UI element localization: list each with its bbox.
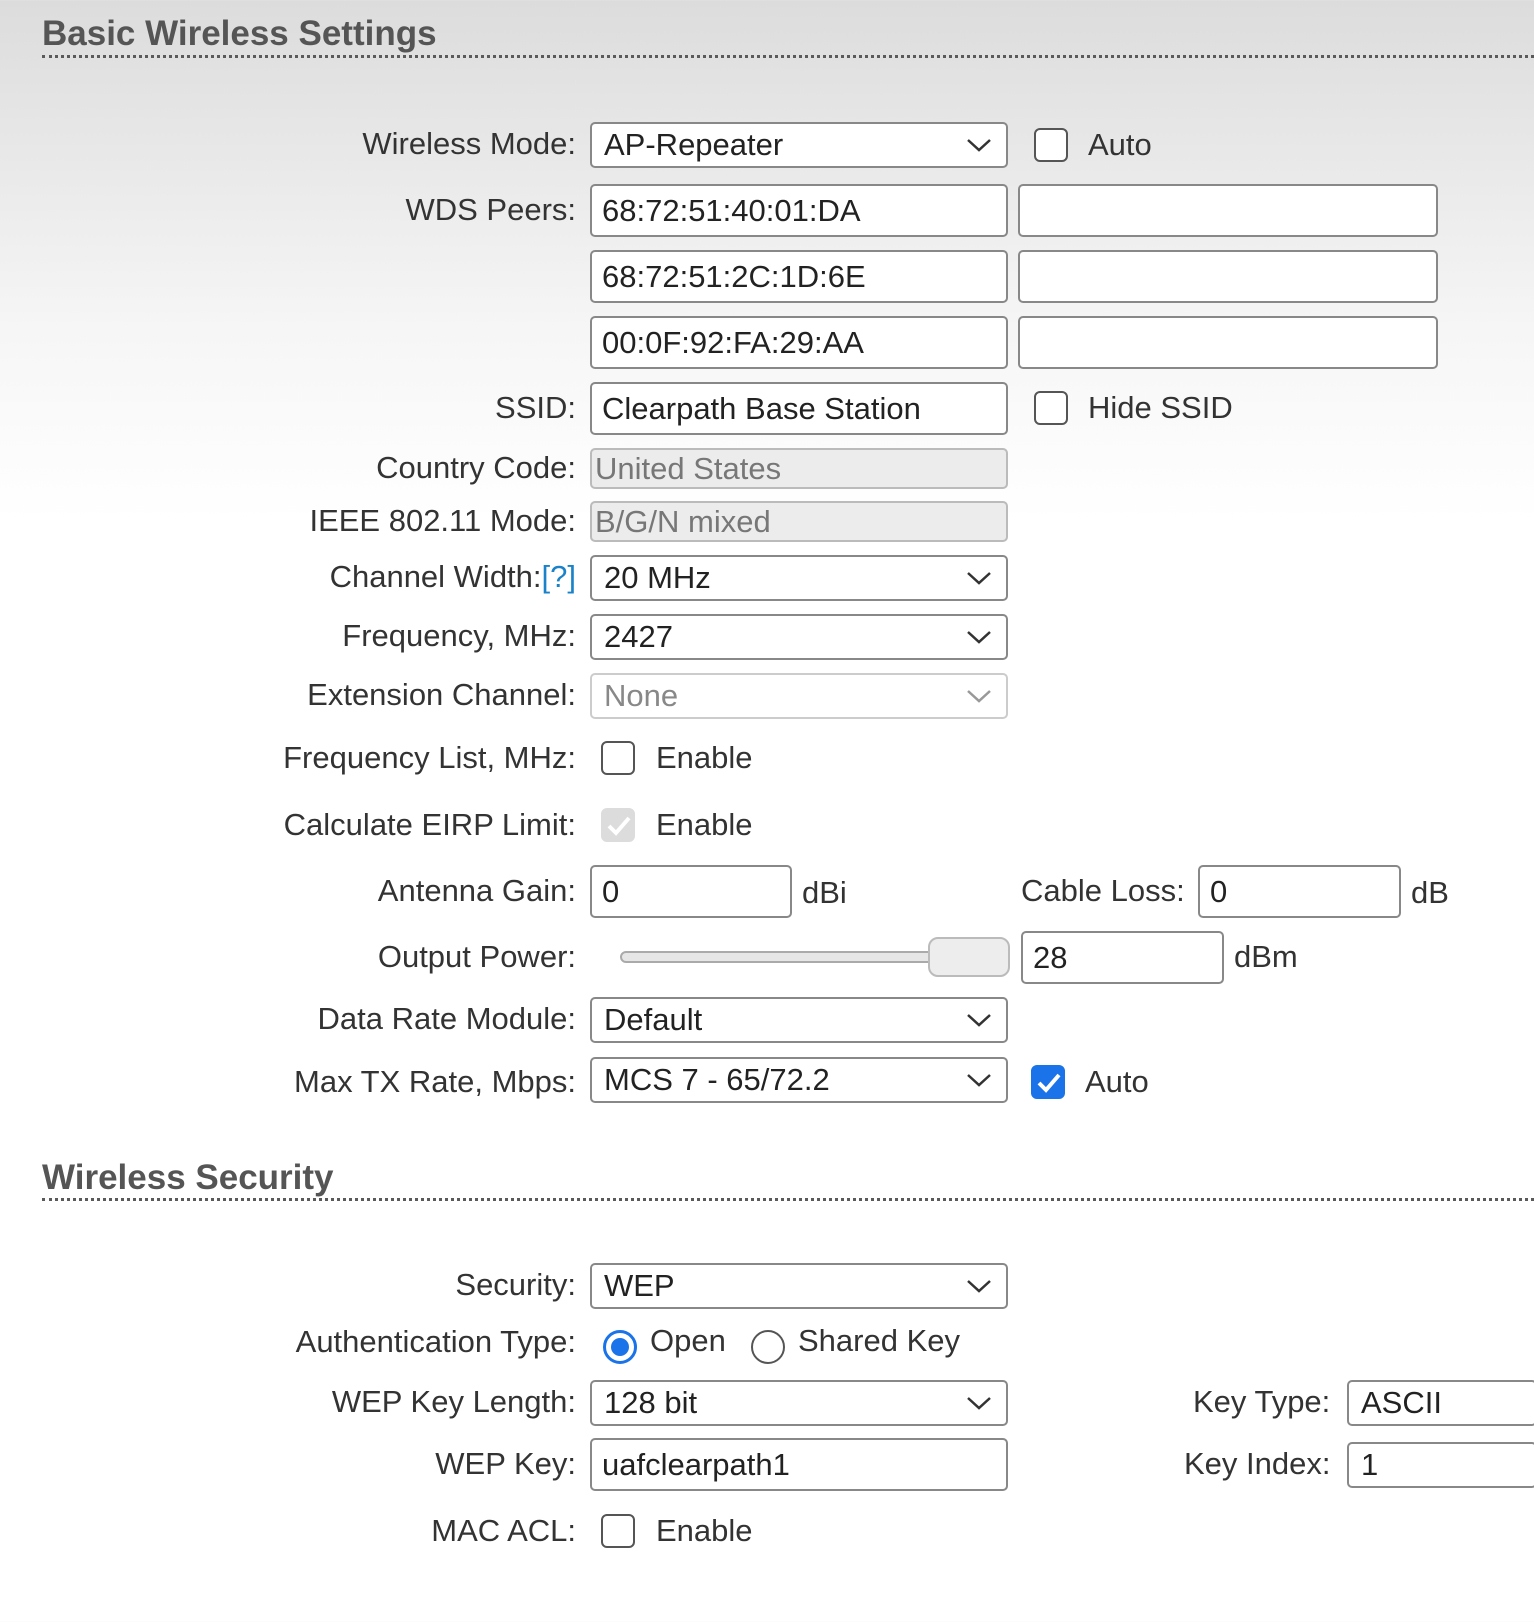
wireless-mode-auto-checkbox[interactable] [1034, 128, 1068, 162]
data-rate-module-select[interactable]: Default [590, 997, 1008, 1043]
mac-acl-label: MAC ACL: [431, 1513, 576, 1548]
antenna-gain-unit: dBi [802, 875, 847, 910]
wep-key-label: WEP Key: [435, 1446, 576, 1481]
key-index-label: Key Index: [1184, 1446, 1331, 1481]
wep-key-length-value: 128 bit [604, 1385, 698, 1420]
wds-peer-input-5[interactable] [1018, 250, 1438, 303]
section-title-basic: Basic Wireless Settings [42, 14, 437, 53]
output-power-label: Output Power: [377, 939, 576, 974]
output-power-input[interactable]: 28 [1021, 931, 1224, 984]
mac-acl-enable-label: Enable [656, 1513, 753, 1548]
wds-peer-input-2[interactable]: 68:72:51:2C:1D:6E [590, 250, 1008, 303]
country-code-label: Country Code: [376, 450, 576, 485]
max-tx-rate-auto-label: Auto [1085, 1064, 1149, 1099]
wireless-mode-select[interactable]: AP-Repeater [590, 122, 1008, 168]
mac-acl-checkbox[interactable] [601, 1514, 635, 1548]
auth-type-shared-key-label: Shared Key [798, 1323, 960, 1358]
ieee-mode-label: IEEE 802.11 Mode: [309, 503, 576, 538]
section-divider [42, 55, 1534, 58]
checkmark-icon [607, 816, 631, 836]
auth-type-shared-key-radio[interactable] [751, 1330, 785, 1364]
key-index-value: 1 [1361, 1447, 1379, 1482]
wireless-mode-value: AP-Repeater [604, 127, 784, 162]
security-select[interactable]: WEP [590, 1263, 1008, 1309]
max-tx-rate-label: Max TX Rate, Mbps: [294, 1064, 576, 1099]
eirp-limit-enable-label: Enable [656, 807, 753, 842]
wep-key-length-select[interactable]: 128 bit [590, 1380, 1008, 1426]
checkmark-icon [1037, 1073, 1061, 1093]
chevron-down-icon [966, 137, 992, 153]
eirp-limit-label: Calculate EIRP Limit: [283, 807, 576, 842]
data-rate-module-value: Default [604, 1002, 703, 1037]
cable-loss-input[interactable]: 0 [1198, 865, 1401, 918]
ieee-mode-field: B/G/N mixed [590, 501, 1008, 542]
cable-loss-unit: dB [1411, 875, 1449, 910]
auth-type-open-radio[interactable] [603, 1330, 637, 1364]
frequency-list-enable-label: Enable [656, 740, 753, 775]
antenna-gain-input[interactable]: 0 [590, 865, 792, 918]
extension-channel-select: None [590, 673, 1008, 719]
max-tx-rate-select[interactable]: MCS 7 - 65/72.2 [590, 1057, 1008, 1103]
ssid-input[interactable]: Clearpath Base Station [590, 382, 1008, 435]
channel-width-value: 20 MHz [604, 560, 711, 595]
chevron-down-icon [966, 1072, 992, 1088]
chevron-down-icon [966, 1395, 992, 1411]
wds-peer-input-4[interactable] [1018, 184, 1438, 237]
chevron-down-icon [966, 1278, 992, 1294]
channel-width-label: Channel Width: [329, 559, 542, 594]
channel-width-label-row: Channel Width:[?] [330, 557, 576, 597]
hide-ssid-label: Hide SSID [1088, 390, 1233, 425]
wds-peer-input-3[interactable]: 00:0F:92:FA:29:AA [590, 316, 1008, 369]
max-tx-rate-auto-checkbox[interactable] [1031, 1065, 1065, 1099]
chevron-down-icon [966, 570, 992, 586]
wds-peer-input-6[interactable] [1018, 316, 1438, 369]
wep-key-length-label: WEP Key Length: [331, 1384, 576, 1419]
key-type-select[interactable]: ASCII [1347, 1380, 1534, 1426]
security-value: WEP [604, 1268, 675, 1303]
data-rate-module-label: Data Rate Module: [317, 1001, 576, 1036]
extension-channel-value: None [604, 678, 679, 713]
chevron-down-icon [966, 688, 992, 704]
wireless-mode-label: Wireless Mode: [362, 126, 576, 161]
output-power-unit: dBm [1234, 939, 1298, 974]
eirp-limit-checkbox [601, 808, 635, 842]
wds-peers-label: WDS Peers: [405, 192, 576, 227]
chevron-down-icon [966, 629, 992, 645]
channel-width-select[interactable]: 20 MHz [590, 555, 1008, 601]
key-type-label: Key Type: [1193, 1384, 1331, 1419]
frequency-select[interactable]: 2427 [590, 614, 1008, 660]
output-power-slider-handle[interactable] [928, 937, 1010, 977]
country-code-field: United States [590, 448, 1008, 489]
key-type-value: ASCII [1361, 1385, 1442, 1420]
key-index-select[interactable]: 1 [1347, 1442, 1534, 1488]
security-label: Security: [455, 1267, 576, 1302]
auth-type-open-label: Open [650, 1323, 726, 1358]
channel-width-help-link[interactable]: [?] [542, 559, 576, 594]
wep-key-input[interactable]: uafclearpath1 [590, 1438, 1008, 1491]
section-divider [42, 1198, 1534, 1201]
frequency-label: Frequency, MHz: [342, 618, 576, 653]
extension-channel-label: Extension Channel: [307, 677, 576, 712]
cable-loss-label: Cable Loss: [1021, 873, 1185, 908]
frequency-value: 2427 [604, 619, 673, 654]
frequency-list-label: Frequency List, MHz: [283, 740, 576, 775]
output-power-slider-track[interactable] [620, 951, 950, 963]
auth-type-label: Authentication Type: [295, 1324, 576, 1359]
wireless-mode-auto-label: Auto [1088, 127, 1152, 162]
antenna-gain-label: Antenna Gain: [377, 873, 576, 908]
frequency-list-checkbox[interactable] [601, 741, 635, 775]
section-title-security: Wireless Security [42, 1158, 334, 1197]
ssid-label: SSID: [495, 390, 576, 425]
max-tx-rate-value: MCS 7 - 65/72.2 [604, 1062, 830, 1097]
wds-peer-input-1[interactable]: 68:72:51:40:01:DA [590, 184, 1008, 237]
chevron-down-icon [966, 1012, 992, 1028]
hide-ssid-checkbox[interactable] [1034, 391, 1068, 425]
